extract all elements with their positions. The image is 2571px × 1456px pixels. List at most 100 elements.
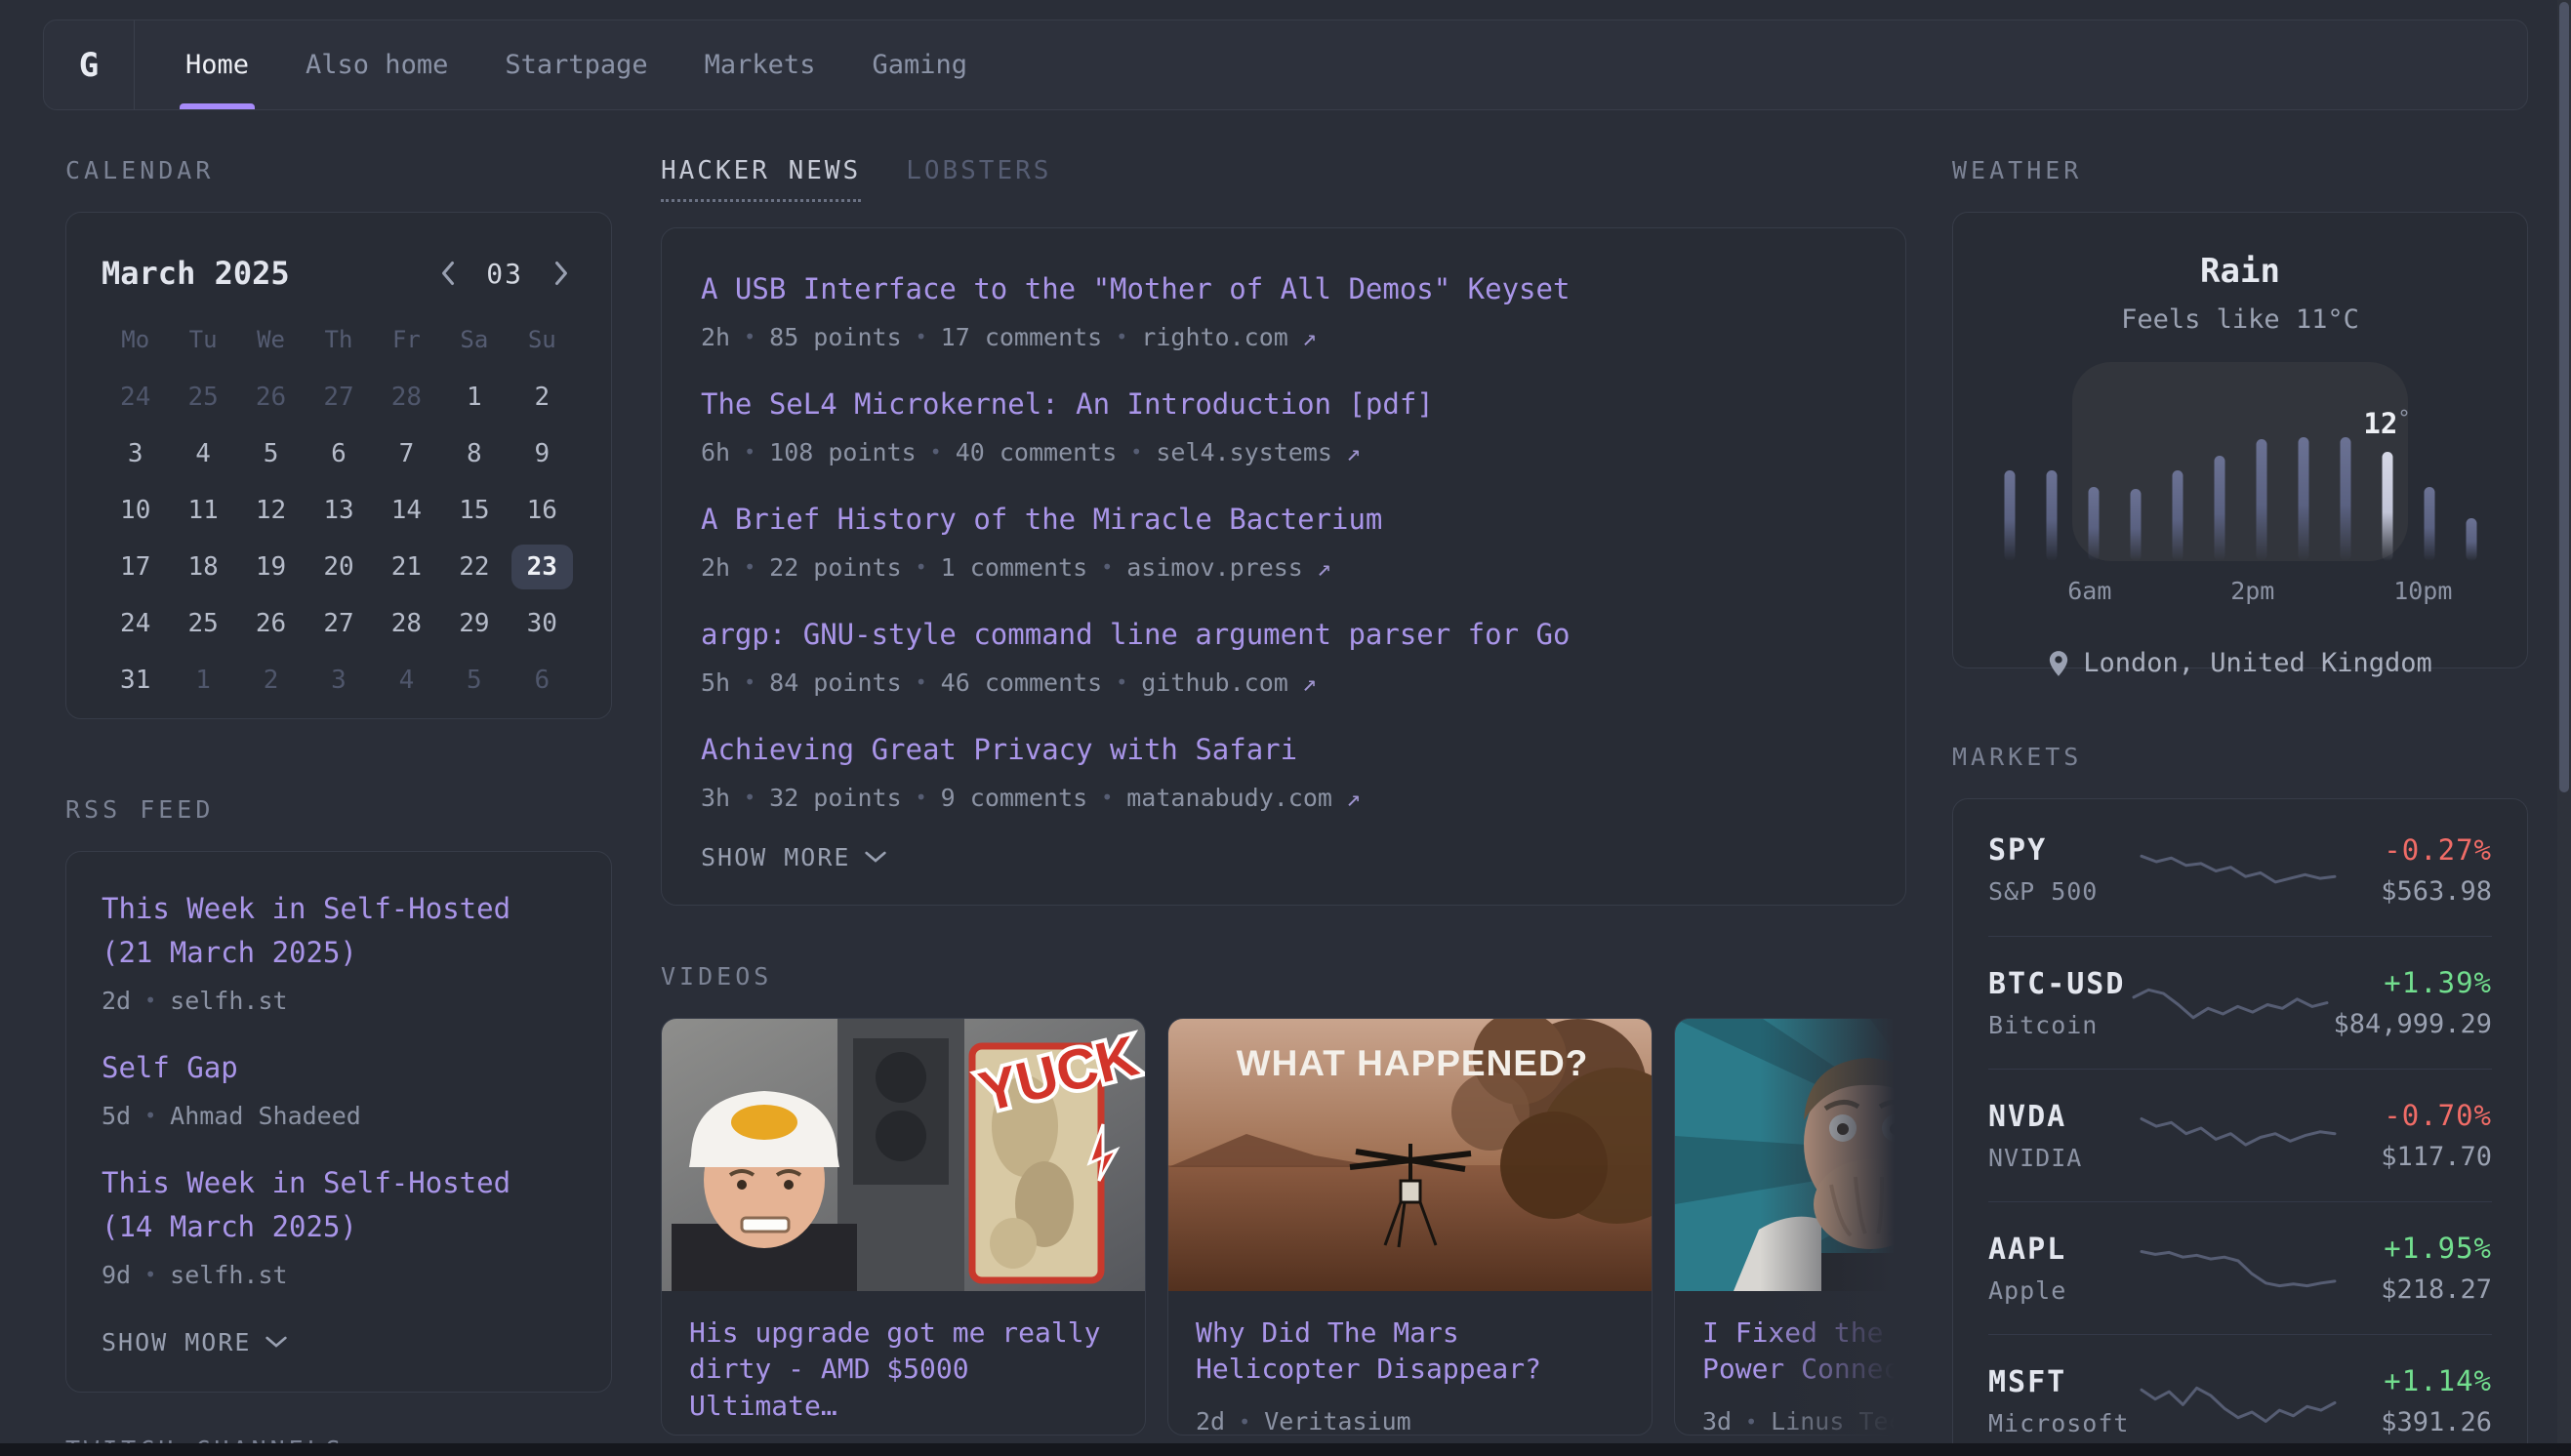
- tab-hacker-news[interactable]: HACKER NEWS: [661, 156, 861, 202]
- active-tab-underline: [180, 103, 255, 109]
- rss-show-more-button[interactable]: SHOW MORE: [102, 1328, 288, 1356]
- calendar-day: 26: [237, 595, 305, 652]
- hn-item: The SeL4 Microkernel: An Introduction [p…: [701, 383, 1866, 466]
- tab-lobsters[interactable]: LOBSTERS: [906, 156, 1051, 202]
- calendar-day: 12: [237, 482, 305, 539]
- market-right: +1.14%$391.26: [2341, 1364, 2492, 1437]
- hour-label: [2028, 577, 2068, 605]
- meta-dot: •: [1116, 325, 1127, 348]
- market-row-spy[interactable]: SPYS&P 500-0.27%$563.98: [1988, 803, 2492, 936]
- nav-tab-gaming[interactable]: Gaming: [872, 20, 967, 109]
- rss-title[interactable]: This Week in Self-Hosted (21 March 2025): [102, 892, 510, 969]
- video-age: 2d: [1196, 1407, 1225, 1435]
- page-scrollbar-track[interactable]: [2557, 0, 2571, 1456]
- hour-label: [2111, 577, 2151, 605]
- market-change: +1.95%: [2384, 1232, 2492, 1265]
- sparkline-chart: [2136, 1106, 2341, 1166]
- item-age: 6h: [701, 438, 730, 466]
- market-symbol: MSFT: [1988, 1365, 2136, 1399]
- nav-tab-markets[interactable]: Markets: [705, 20, 816, 109]
- item-source-link[interactable]: sel4.systems: [1156, 438, 1332, 466]
- item-source-link[interactable]: asimov.press: [1126, 553, 1303, 582]
- market-right: +1.39%$84,999.29: [2333, 966, 2492, 1039]
- market-symbol: NVDA: [1988, 1100, 2136, 1134]
- hour-label: [1988, 577, 2028, 605]
- market-row-nvda[interactable]: NVDANVIDIA-0.70%$117.70: [1988, 1069, 2492, 1201]
- item-comments: 40 comments: [956, 438, 1118, 466]
- market-sparkline: [2136, 1371, 2341, 1432]
- weather-bar: [2298, 437, 2308, 561]
- weather-bar: [2046, 470, 2057, 561]
- weather-bar-column: [2282, 376, 2324, 561]
- meta-dot: •: [1745, 1410, 1757, 1434]
- market-price: $563.98: [2381, 876, 2492, 907]
- item-age: 3h: [701, 784, 730, 812]
- external-link-icon: ↗: [1317, 553, 1331, 582]
- hn-title[interactable]: A USB Interface to the "Mother of All De…: [701, 272, 1570, 305]
- nav-tab-home[interactable]: Home: [185, 20, 249, 109]
- calendar-weekday: Mo: [102, 326, 169, 359]
- calendar-day: 19: [237, 539, 305, 595]
- market-right: -0.70%$117.70: [2341, 1099, 2492, 1172]
- calendar-day: 27: [305, 369, 372, 425]
- hn-title[interactable]: Achieving Great Privacy with Safari: [701, 733, 1297, 766]
- calendar-day: 10: [102, 482, 169, 539]
- hn-meta: 5h•84 points•46 comments•github.com↗: [701, 668, 1866, 697]
- hacker-news-widget: A USB Interface to the "Mother of All De…: [661, 227, 1906, 906]
- weather-bars: 12°: [1988, 376, 2492, 561]
- calendar-day: 4: [373, 652, 440, 708]
- market-row-msft[interactable]: MSFTMicrosoft+1.14%$391.26: [1988, 1334, 2492, 1456]
- meta-dot: •: [1101, 555, 1113, 579]
- item-source-link[interactable]: matanabudy.com: [1126, 784, 1332, 812]
- hn-show-more-button[interactable]: SHOW MORE: [701, 843, 887, 871]
- calendar-next-icon[interactable]: [547, 259, 576, 288]
- market-right: -0.27% $563.98: [2341, 833, 2492, 907]
- external-link-icon: ↗: [1346, 438, 1361, 466]
- weather-hourly-chart: 12°: [1988, 376, 2492, 561]
- market-change: -0.27%: [2384, 833, 2492, 867]
- weather-bar-column: [1988, 376, 2030, 561]
- external-link-icon: ↗: [1346, 784, 1361, 812]
- calendar-section-header: CALENDAR: [65, 156, 612, 184]
- market-symbol: AAPL: [1988, 1233, 2136, 1267]
- meta-dot: •: [1116, 670, 1127, 694]
- hn-item: argp: GNU-style command line argument pa…: [701, 613, 1866, 697]
- hn-title[interactable]: A Brief History of the Miracle Bacterium: [701, 503, 1382, 536]
- meta-dot: •: [916, 786, 927, 809]
- item-points: 22 points: [769, 553, 901, 582]
- meta-dot: •: [144, 989, 156, 1012]
- nav-tab-startpage[interactable]: Startpage: [505, 20, 647, 109]
- market-row-btc-usd[interactable]: BTC-USDBitcoin+1.39%$84,999.29: [1988, 936, 2492, 1069]
- hour-label: [2151, 577, 2191, 605]
- item-source-link[interactable]: github.com: [1141, 668, 1288, 697]
- calendar-prev-icon[interactable]: [433, 259, 463, 288]
- rss-widget: This Week in Self-Hosted (21 March 2025)…: [65, 851, 612, 1393]
- video-card-ltt-upgrade[interactable]: YUCK His upgrade got me really dirty - A…: [661, 1018, 1146, 1436]
- rss-meta: 5d•Ahmad Shadeed: [102, 1102, 576, 1130]
- hn-title[interactable]: argp: GNU-style command line argument pa…: [701, 618, 1570, 651]
- calendar-widget: March 2025 03 MoTuWeThFrSaSu 24252627281…: [65, 212, 612, 719]
- video-card-mars-helicopter[interactable]: WHAT HAPPENED? Why Did The Mars Helicopt…: [1167, 1018, 1653, 1436]
- market-row-aapl[interactable]: AAPLApple+1.95%$218.27: [1988, 1201, 2492, 1334]
- market-change: +1.14%: [2384, 1364, 2492, 1397]
- right-column: WEATHER Rain Feels like 11°C 12° 6am2pm1…: [1952, 156, 2528, 1456]
- video-card-ltt-connector[interactable]: DO T T: [1674, 1018, 1906, 1436]
- hn-title[interactable]: The SeL4 Microkernel: An Introduction [p…: [701, 387, 1434, 421]
- hour-label: 6am: [2067, 577, 2111, 605]
- calendar-month-number: 03: [486, 258, 523, 290]
- calendar-day: 26: [237, 369, 305, 425]
- rss-title[interactable]: This Week in Self-Hosted (14 March 2025): [102, 1166, 510, 1243]
- weather-widget: Rain Feels like 11°C 12° 6am2pm10pm Lond…: [1952, 212, 2528, 668]
- calendar-day: 2: [237, 652, 305, 708]
- meta-dot: •: [1239, 1410, 1250, 1434]
- video-channel: Linus Tec: [1771, 1407, 1902, 1435]
- hn-item: Achieving Great Privacy with Safari3h•32…: [701, 728, 1866, 812]
- item-points: 108 points: [769, 438, 917, 466]
- market-right: +1.95%$218.27: [2341, 1232, 2492, 1305]
- weather-bar-column: [2408, 376, 2450, 561]
- calendar-day: 25: [169, 595, 236, 652]
- item-source-link[interactable]: righto.com: [1141, 323, 1288, 351]
- rss-title[interactable]: Self Gap: [102, 1051, 238, 1084]
- page-scrollbar-thumb[interactable]: [2559, 2, 2569, 792]
- nav-tab-also-home[interactable]: Also home: [306, 20, 448, 109]
